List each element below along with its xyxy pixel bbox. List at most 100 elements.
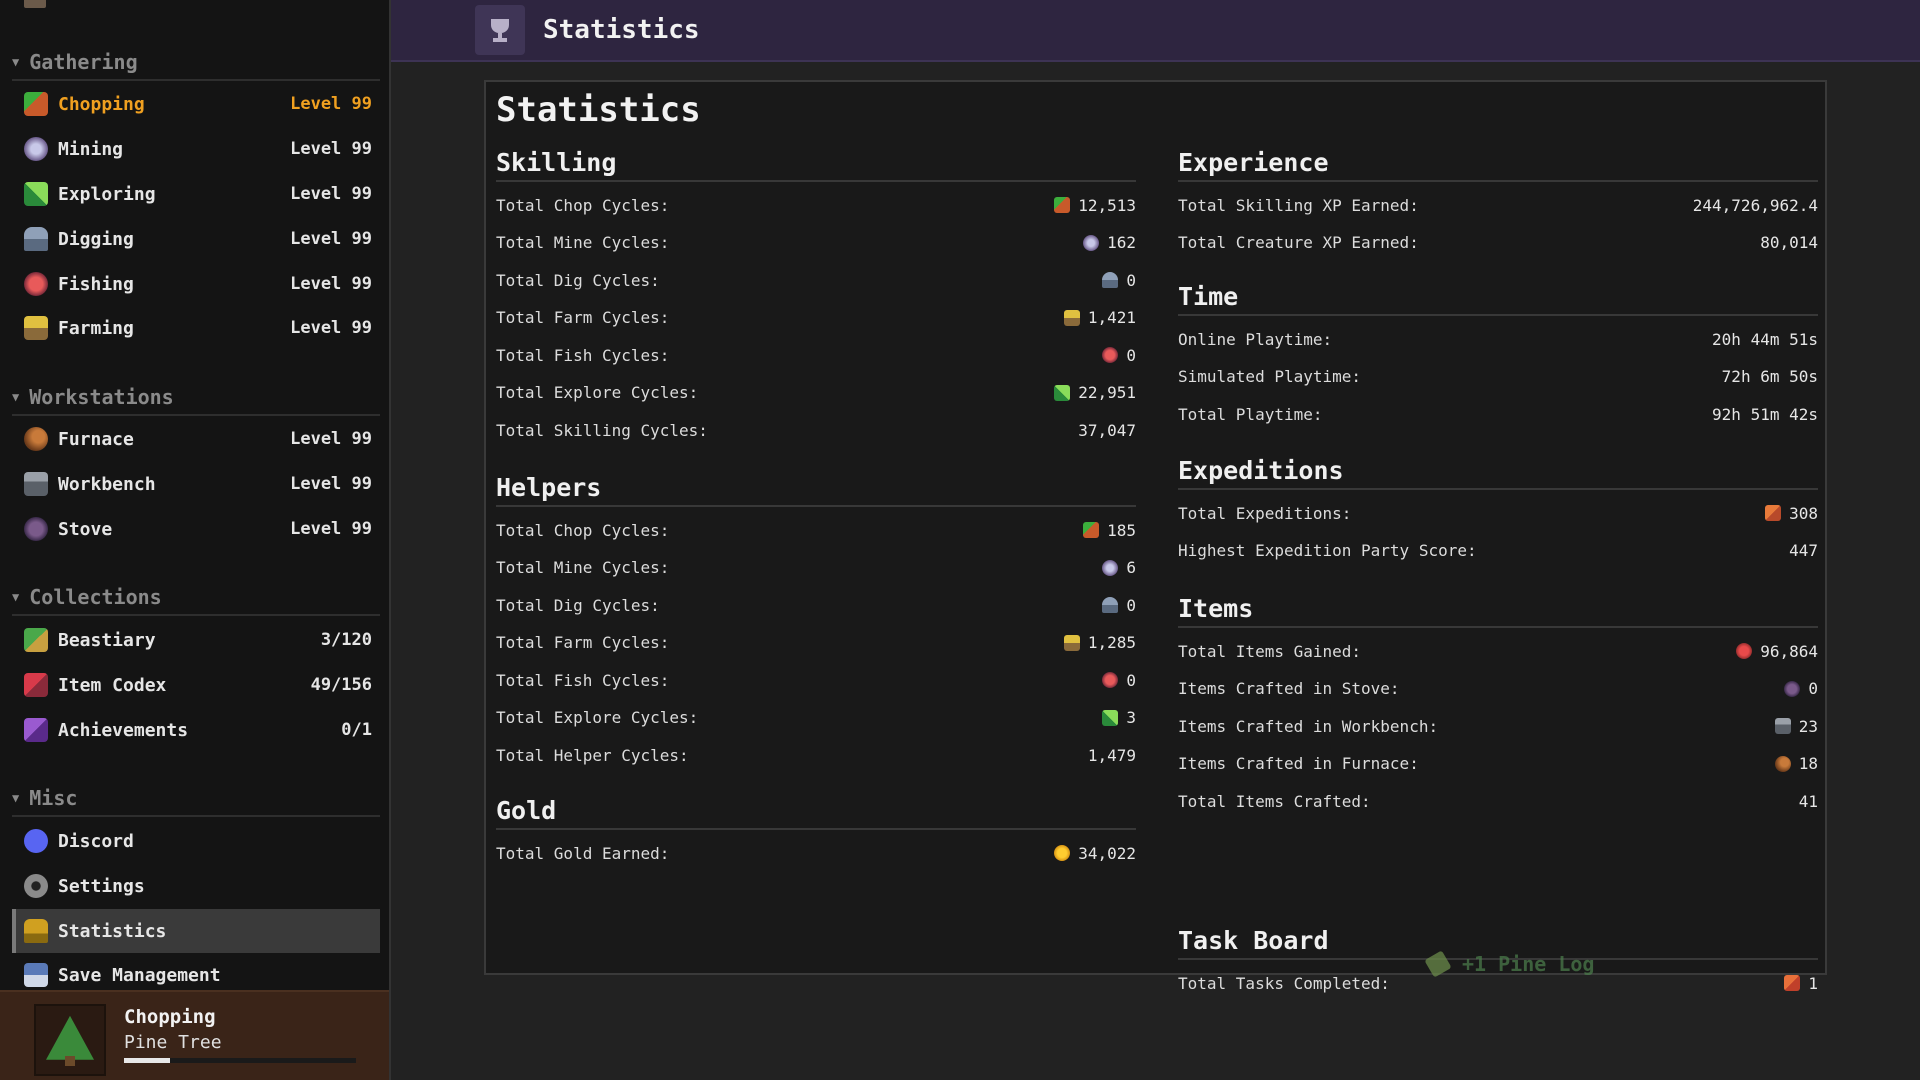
stat-label: Items Crafted in Workbench: xyxy=(1178,716,1439,736)
stat-row: Total Fish Cycles: 0 xyxy=(496,665,1136,695)
book-icon xyxy=(24,628,48,652)
pickaxe-icon xyxy=(24,137,48,161)
stat-value-container: 41 xyxy=(1799,792,1818,811)
stat-value-container: 37,047 xyxy=(1078,421,1136,440)
stat-value: 0 xyxy=(1126,345,1136,365)
action-progress-fill xyxy=(124,1058,171,1063)
stat-label: Total Chop Cycles: xyxy=(496,520,670,540)
stat-row: Total Dig Cycles: 0 xyxy=(496,265,1136,295)
dig-icon xyxy=(1102,597,1119,613)
stat-value: 0 xyxy=(1126,270,1136,290)
stat-row: Total Dig Cycles: 0 xyxy=(496,590,1136,620)
chop-icon xyxy=(1083,522,1100,538)
stat-value-container: 6 xyxy=(1102,558,1136,577)
section-title-skilling: Skilling xyxy=(496,148,1136,182)
header-icon-box xyxy=(475,5,525,55)
stat-value-container: 20h 44m 51s xyxy=(1712,330,1818,349)
stat-value: 1,285 xyxy=(1087,633,1136,652)
stat-value: 41 xyxy=(1798,791,1818,811)
panel-title: Statistics xyxy=(496,90,701,130)
sidebar-item-item-codex[interactable]: Item Codex 49/156 xyxy=(12,663,380,707)
stat-label: Total Explore Cycles: xyxy=(496,708,699,727)
sidebar-item-discord[interactable]: Discord xyxy=(12,819,380,863)
sidebar-item-workbench[interactable]: Workbench Level 99 xyxy=(12,462,380,506)
stat-value: 34,022 xyxy=(1078,843,1136,863)
section-header-misc[interactable]: ▼ Misc xyxy=(12,781,380,817)
current-action-target: Pine Tree xyxy=(124,1032,222,1053)
stat-value-container: 308 xyxy=(1765,504,1818,523)
stat-row: Total Explore Cycles: 22,951 xyxy=(496,378,1136,408)
stove-icon xyxy=(1784,680,1801,697)
stat-value: 12,513 xyxy=(1078,195,1136,215)
farm-icon xyxy=(1063,634,1080,651)
section-header-collections[interactable]: ▼ Collections xyxy=(12,580,380,616)
sidebar-item-digging[interactable]: Digging Level 99 xyxy=(12,217,380,261)
stat-label: Online Playtime: xyxy=(1178,329,1333,349)
stat-value-container: 3 xyxy=(1102,708,1136,727)
tree-trunk-icon xyxy=(65,1056,75,1066)
sidebar-item-stove[interactable]: Stove Level 99 xyxy=(12,507,380,551)
sidebar-item-furnace[interactable]: Furnace Level 99 xyxy=(12,417,380,461)
stat-value: 6 xyxy=(1126,558,1136,577)
fish-icon xyxy=(1102,347,1119,363)
caret-down-icon: ▼ xyxy=(12,55,20,69)
workbench-icon xyxy=(1774,718,1791,734)
stat-value-container: 0 xyxy=(1102,596,1136,615)
sidebar-item-settings[interactable]: Settings xyxy=(12,864,380,908)
scrolled-item-icon xyxy=(24,0,46,8)
stat-value: 244,726,962.4 xyxy=(1692,195,1818,215)
section-header-gathering[interactable]: ▼ Gathering xyxy=(12,45,380,81)
stat-value: 1,479 xyxy=(1087,745,1136,765)
compass-icon xyxy=(24,182,48,206)
sidebar-item-achievements[interactable]: Achievements 0/1 xyxy=(12,708,380,752)
stat-value: 80,014 xyxy=(1760,233,1818,252)
stat-value-container: 80,014 xyxy=(1760,233,1818,252)
axe-icon xyxy=(24,92,48,116)
fish-icon xyxy=(24,272,48,296)
trophy-icon xyxy=(487,17,513,43)
stat-value: 1,421 xyxy=(1087,308,1136,327)
sidebar-item-farming[interactable]: Farming Level 99 xyxy=(12,306,380,350)
section-title-gold: Gold xyxy=(496,796,1136,830)
codex-icon xyxy=(24,673,48,697)
sidebar-item-exploring[interactable]: Exploring Level 99 xyxy=(12,172,380,216)
section-header-workstations[interactable]: ▼ Workstations xyxy=(12,380,380,416)
stat-value: 96,864 xyxy=(1760,641,1818,661)
stat-value-container: 23 xyxy=(1774,717,1818,736)
sidebar-item-statistics[interactable]: Statistics xyxy=(12,909,380,953)
stat-value-container: 18 xyxy=(1774,754,1818,773)
current-action-panel[interactable]: Chopping Pine Tree xyxy=(0,990,389,1080)
stat-value: 308 xyxy=(1789,503,1818,523)
furnace-icon xyxy=(1774,755,1791,772)
sidebar-item-mining[interactable]: Mining Level 99 xyxy=(12,127,380,171)
stat-value-container: 1,421 xyxy=(1063,308,1136,327)
trophy-icon xyxy=(24,919,48,943)
expedition-icon xyxy=(1765,505,1782,521)
stat-label: Total Items Crafted: xyxy=(1178,791,1371,811)
stat-row: Online Playtime: 20h 44m 51s xyxy=(1178,324,1818,354)
sidebar-item-fishing[interactable]: Fishing Level 99 xyxy=(12,262,380,306)
stat-value: 18 xyxy=(1798,754,1818,773)
stat-label: Total Creature XP Earned: xyxy=(1178,233,1419,252)
stat-row: Items Crafted in Stove: 0 xyxy=(1178,674,1818,704)
stat-value: 92h 51m 42s xyxy=(1712,404,1818,424)
stat-value: 37,047 xyxy=(1078,420,1136,440)
stat-label: Total Skilling XP Earned: xyxy=(1178,195,1419,215)
mine-icon xyxy=(1083,234,1100,251)
task-icon xyxy=(1784,975,1801,991)
section-title-time: Time xyxy=(1178,282,1818,316)
stat-row: Total Mine Cycles: 6 xyxy=(496,553,1136,583)
stat-value-container: 447 xyxy=(1789,541,1818,560)
chop-icon xyxy=(1054,197,1071,213)
stat-value-container: 244,726,962.4 xyxy=(1693,196,1818,215)
log-icon xyxy=(1424,950,1452,978)
stat-row: Total Expeditions: 308 xyxy=(1178,498,1818,528)
statistics-panel: Statistics Skilling Total Chop Cycles: 12,… xyxy=(484,80,1827,993)
stat-row: Total Helper Cycles: 1,479 xyxy=(496,740,1136,770)
loot-popup: +1 Pine Log xyxy=(1424,950,1594,978)
sidebar-item-beastiary[interactable]: Beastiary 3/120 xyxy=(12,618,380,662)
stat-row: Total Fish Cycles: 0 xyxy=(496,340,1136,370)
stat-value-container: 12,513 xyxy=(1054,196,1136,215)
sidebar-item-chopping[interactable]: Chopping Level 99 xyxy=(12,82,380,126)
stat-label: Total Chop Cycles: xyxy=(496,195,670,215)
